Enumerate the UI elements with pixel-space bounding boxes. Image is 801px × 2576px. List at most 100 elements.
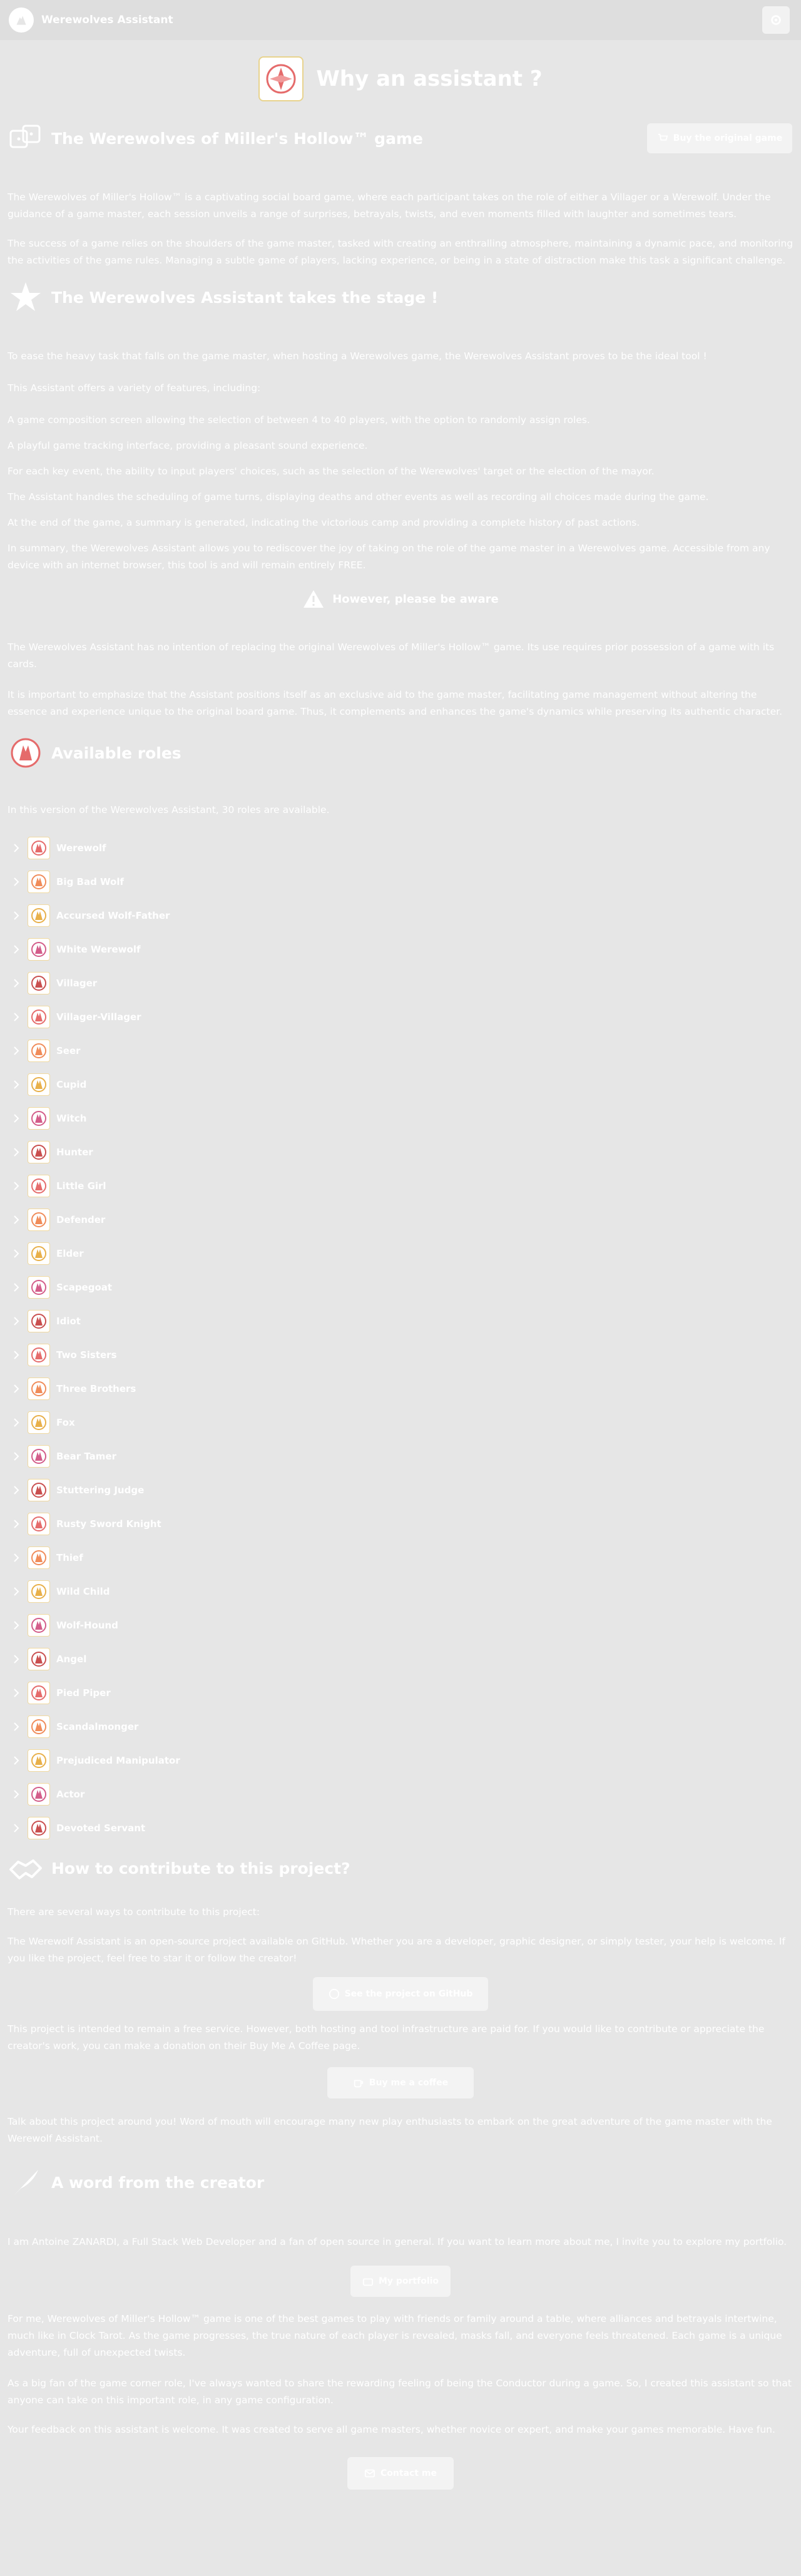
role-item[interactable]: White Werewolf [9,933,801,966]
chevron-right-icon[interactable] [9,1046,24,1055]
chevron-right-icon[interactable] [9,1553,24,1562]
role-portrait-icon [28,1310,50,1332]
chevron-right-icon[interactable] [9,1452,24,1461]
role-portrait-icon [28,1715,50,1738]
chevron-right-icon[interactable] [9,1249,24,1258]
chevron-right-icon[interactable] [9,1114,24,1123]
role-item[interactable]: Witch [9,1101,801,1135]
game-section-title: The Werewolves of Miller's Hollow™ game [51,129,423,148]
role-item[interactable]: Scandalmonger [9,1710,801,1744]
role-item[interactable]: Scapegoat [9,1270,801,1304]
role-item[interactable]: Angel [9,1642,801,1676]
role-item[interactable]: Wild Child [9,1575,801,1608]
role-name: Witch [56,1113,87,1124]
chevron-right-icon[interactable] [9,1722,24,1731]
stage-paragraph-1: To ease the heavy task that falls on the… [8,350,707,362]
chevron-right-icon[interactable] [9,911,24,920]
buy-original-game-label: Buy the original game [673,133,783,143]
github-button-row: See the project on GitHub [0,1977,801,2011]
chevron-right-icon[interactable] [9,1486,24,1495]
role-item[interactable]: Villager-Villager [9,1000,801,1034]
role-portrait-icon [28,1817,50,1839]
role-item[interactable]: Stuttering Judge [9,1473,801,1507]
role-portrait-icon [28,1276,50,1299]
role-item[interactable]: Werewolf [9,831,801,865]
role-portrait-icon [28,1141,50,1163]
app-logo[interactable] [9,8,34,33]
chevron-right-icon[interactable] [9,1013,24,1021]
chevron-right-icon[interactable] [9,1317,24,1326]
chevron-right-icon[interactable] [9,979,24,988]
role-item[interactable]: Devoted Servant [9,1811,801,1845]
chevron-right-icon[interactable] [9,1790,24,1799]
chevron-right-icon[interactable] [9,1148,24,1157]
role-name: Stuttering Judge [56,1485,145,1496]
settings-button[interactable] [762,6,790,34]
dice-icon [8,120,44,156]
feature-item: At the end of the game, a summary is gen… [8,517,640,528]
game-paragraph-2: The success of a game relies on the shou… [8,238,793,266]
role-portrait-icon [28,1073,50,1096]
role-portrait-icon [28,1445,50,1468]
mail-icon [364,2469,375,2478]
role-item[interactable]: Villager [9,966,801,1000]
chevron-right-icon[interactable] [9,1621,24,1630]
chevron-right-icon[interactable] [9,1520,24,1528]
buy-original-game-button[interactable]: Buy the original game [647,123,792,153]
chevron-right-icon[interactable] [9,1182,24,1190]
role-item[interactable]: Accursed Wolf-Father [9,899,801,933]
role-name: Idiot [56,1316,81,1327]
role-name: Angel [56,1653,87,1665]
role-item[interactable]: Seer [9,1034,801,1068]
chevron-right-icon[interactable] [9,1756,24,1765]
role-portrait-icon [28,1580,50,1603]
contact-button[interactable]: Contact me [347,2457,454,2490]
chevron-right-icon[interactable] [9,1283,24,1292]
role-item[interactable]: Actor [9,1777,801,1811]
role-item[interactable]: Cupid [9,1068,801,1101]
role-item[interactable]: Defender [9,1203,801,1237]
role-item[interactable]: Elder [9,1237,801,1270]
role-item[interactable]: Bear Tamer [9,1439,801,1473]
gear-icon [771,15,781,25]
role-item[interactable]: Idiot [9,1304,801,1338]
chevron-right-icon[interactable] [9,844,24,852]
chevron-right-icon[interactable] [9,1824,24,1832]
role-item[interactable]: Hunter [9,1135,801,1169]
role-item[interactable]: Two Sisters [9,1338,801,1372]
chevron-right-icon[interactable] [9,1351,24,1359]
role-name: Scapegoat [56,1282,113,1293]
role-name: Villager [56,978,98,989]
app-title[interactable]: Werewolves Assistant [41,14,173,26]
role-item[interactable]: Big Bad Wolf [9,865,801,899]
role-item[interactable]: Little Girl [9,1169,801,1203]
role-item[interactable]: Three Brothers [9,1372,801,1406]
chevron-right-icon[interactable] [9,1080,24,1089]
buy-me-a-coffee-button[interactable]: Buy me a coffee [327,2067,474,2098]
chevron-right-icon[interactable] [9,1689,24,1697]
chevron-right-icon[interactable] [9,1655,24,1664]
chevron-right-icon[interactable] [9,1384,24,1393]
creator-paragraph-2: For me, Werewolves of Miller's Hollow™ g… [8,2313,782,2358]
chevron-right-icon[interactable] [9,1215,24,1224]
github-button[interactable]: See the project on GitHub [313,1977,488,2011]
chevron-right-icon[interactable] [9,945,24,954]
role-item[interactable]: Rusty Sword Knight [9,1507,801,1541]
role-name: Cupid [56,1079,87,1090]
role-portrait-icon [28,1783,50,1806]
role-name: Seer [56,1045,81,1056]
role-name: Thief [56,1552,83,1563]
role-item[interactable]: Prejudiced Manipulator [9,1744,801,1777]
role-item[interactable]: Fox [9,1406,801,1439]
portfolio-button[interactable]: My portfolio [350,2266,451,2297]
assistant-emblem-icon [258,56,304,101]
stage-section-title: The Werewolves Assistant takes the stage… [51,288,439,307]
chevron-right-icon[interactable] [9,877,24,886]
role-item[interactable]: Wolf-Hound [9,1608,801,1642]
chevron-right-icon[interactable] [9,1587,24,1596]
role-portrait-icon [28,1006,50,1028]
role-item[interactable]: Pied Piper [9,1676,801,1710]
role-portrait-icon [28,1749,50,1772]
chevron-right-icon[interactable] [9,1418,24,1427]
role-item[interactable]: Thief [9,1541,801,1575]
